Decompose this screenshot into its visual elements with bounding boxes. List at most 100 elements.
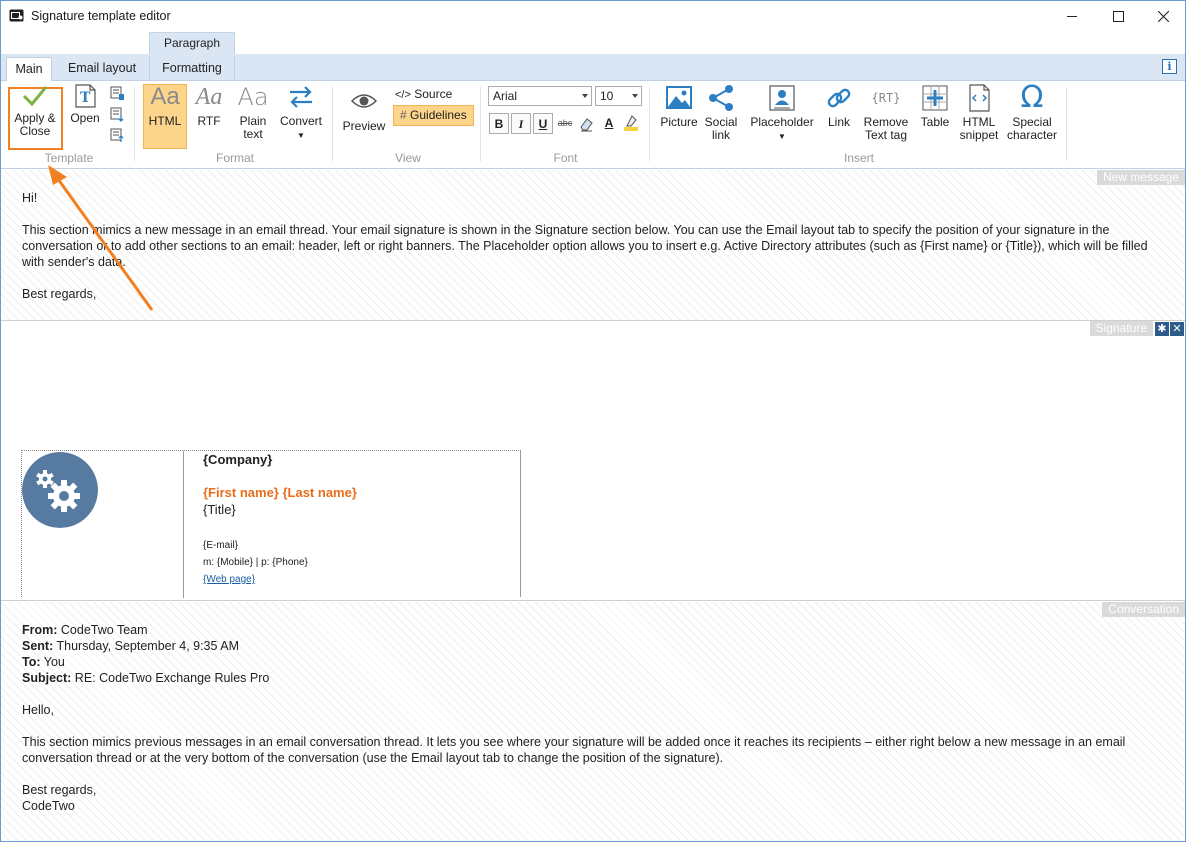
font-family-select[interactable]: Arial [488, 86, 592, 106]
html-format-button[interactable]: Aa HTML [143, 83, 187, 128]
chevron-down-icon [632, 94, 638, 98]
placeholder-button[interactable]: Placeholder ▼ [747, 83, 817, 143]
plain-text-format-button[interactable]: Aa Plain text [233, 83, 273, 141]
rtf-label: RTF [197, 114, 221, 128]
link-button[interactable]: Link [823, 83, 855, 129]
minimize-icon [1067, 16, 1077, 17]
signature-table[interactable]: {Company} {First name} {Last name} {Titl… [21, 450, 521, 598]
new-message-paragraph: This section mimics a new message in an … [22, 223, 1148, 269]
info-button[interactable]: i [1162, 59, 1177, 74]
company-placeholder[interactable]: {Company} [203, 452, 272, 467]
format-group-label: Format [215, 151, 254, 165]
sent-line: Sent: Thursday, September 4, 9:35 AM [22, 639, 239, 653]
maximize-button[interactable] [1095, 1, 1141, 32]
picture-button[interactable]: Picture [657, 83, 701, 129]
html-snippet-label-1: HTML [962, 115, 996, 129]
signature-editor-window: Signature template editor Paragraph Main… [0, 0, 1186, 842]
checkmark-icon [22, 86, 48, 107]
save-template-icon[interactable] [109, 85, 125, 101]
gears-logo-icon [22, 452, 98, 528]
window-title: Signature template editor [31, 9, 171, 23]
web-page-link[interactable]: {Web page} [203, 574, 255, 585]
signature-column-divider [183, 451, 184, 598]
remove-text-tag-button[interactable]: {RT} Remove Text tag [861, 83, 911, 142]
close-icon [1158, 11, 1169, 22]
chevron-down-icon [582, 94, 588, 98]
contextual-tab-paragraph: Paragraph [149, 32, 235, 54]
chevron-down-icon: ▼ [778, 132, 786, 141]
special-label-2: character [1006, 128, 1058, 142]
insert-group-label: Insert [843, 151, 874, 165]
tab-main[interactable]: Main [6, 57, 52, 82]
font-group-label: Font [553, 151, 578, 165]
conversation-text: From: CodeTwo Team Sent: Thursday, Septe… [22, 622, 1157, 814]
table-button[interactable]: Table [917, 83, 953, 129]
apply-close-button[interactable]: Apply & Close [11, 83, 59, 138]
link-label: Link [827, 115, 850, 129]
tab-email-layout[interactable]: Email layout [59, 57, 145, 81]
picture-icon [666, 86, 692, 109]
new-message-label: New message [1096, 170, 1185, 185]
html-aa-icon: Aa [150, 83, 180, 110]
conversation-closing-2: CodeTwo [22, 799, 75, 813]
table-label: Table [920, 115, 950, 129]
new-message-greeting: Hi! [22, 191, 38, 205]
html-snippet-label-2: snippet [959, 128, 999, 142]
signature-section[interactable]: Signature ✱ ✕ {Company} {First name} {La… [1, 321, 1185, 601]
eraser-icon[interactable] [578, 116, 594, 132]
italic-button[interactable]: I [511, 113, 531, 134]
conversation-label: Conversation [1102, 602, 1185, 617]
picture-label: Picture [660, 115, 698, 129]
separator [332, 87, 333, 161]
open-button[interactable]: T Open [67, 83, 103, 125]
plain-label-2: text [243, 127, 263, 141]
special-label-1: Special [1012, 115, 1052, 129]
apply-close-label-1: Apply & [14, 111, 56, 125]
gear-icon[interactable]: ✱ [1155, 322, 1169, 336]
minimize-button[interactable] [1049, 1, 1095, 32]
bold-button[interactable]: B [489, 113, 509, 134]
template-group-label: Template [44, 151, 94, 165]
html-snippet-button[interactable]: HTML snippet [957, 83, 1001, 142]
convert-label: Convert [279, 114, 323, 128]
close-button[interactable] [1140, 1, 1185, 32]
separator [134, 87, 135, 161]
phone-placeholder[interactable]: m: {Mobile} | p: {Phone} [203, 557, 308, 568]
eye-icon [350, 94, 378, 108]
convert-button[interactable]: Convert ▼ [278, 83, 324, 142]
rtf-aa-icon: Aa [195, 84, 223, 110]
social-link-button[interactable]: Social link [703, 83, 739, 142]
signature-label: Signature [1089, 321, 1153, 336]
separator [1066, 87, 1067, 161]
font-color-button[interactable]: A [599, 113, 619, 134]
font-size-value: 10 [600, 89, 614, 103]
social-label-1: Social [704, 115, 738, 129]
conversation-greeting: Hello, [22, 703, 54, 717]
to-line: To: You [22, 655, 65, 669]
ribbon: Apply & Close T Open Template Aa HTML Aa… [1, 81, 1185, 169]
guidelines-button[interactable]: # Guidelines [393, 105, 474, 126]
close-section-icon[interactable]: ✕ [1170, 322, 1184, 336]
font-family-value: Arial [493, 89, 518, 103]
source-button[interactable]: </> Source [395, 85, 452, 103]
from-line: From: CodeTwo Team [22, 623, 148, 637]
email-placeholder[interactable]: {E-mail} [203, 540, 238, 551]
title-placeholder[interactable]: {Title} [203, 502, 236, 517]
conversation-closing-1: Best regards, [22, 783, 97, 797]
grid-icon: # [400, 108, 407, 122]
apply-close-label-2: Close [19, 124, 51, 138]
new-message-closing: Best regards, [22, 287, 97, 301]
highlight-icon[interactable] [623, 114, 639, 132]
preview-button[interactable]: Preview [341, 89, 387, 133]
name-placeholder[interactable]: {First name} {Last name} [203, 485, 357, 500]
strikethrough-button[interactable]: abc [555, 113, 575, 134]
font-size-select[interactable]: 10 [595, 86, 642, 106]
special-character-button[interactable]: Ω Special character [1005, 83, 1059, 142]
rtf-format-button[interactable]: Aa RTF [191, 83, 227, 128]
source-icon: </> [395, 89, 411, 101]
tab-formatting[interactable]: Formatting [149, 57, 235, 81]
chevron-down-icon: ▼ [297, 131, 305, 140]
export-template-icon[interactable] [109, 106, 125, 122]
underline-button[interactable]: U [533, 113, 553, 134]
import-template-icon[interactable] [109, 127, 125, 143]
